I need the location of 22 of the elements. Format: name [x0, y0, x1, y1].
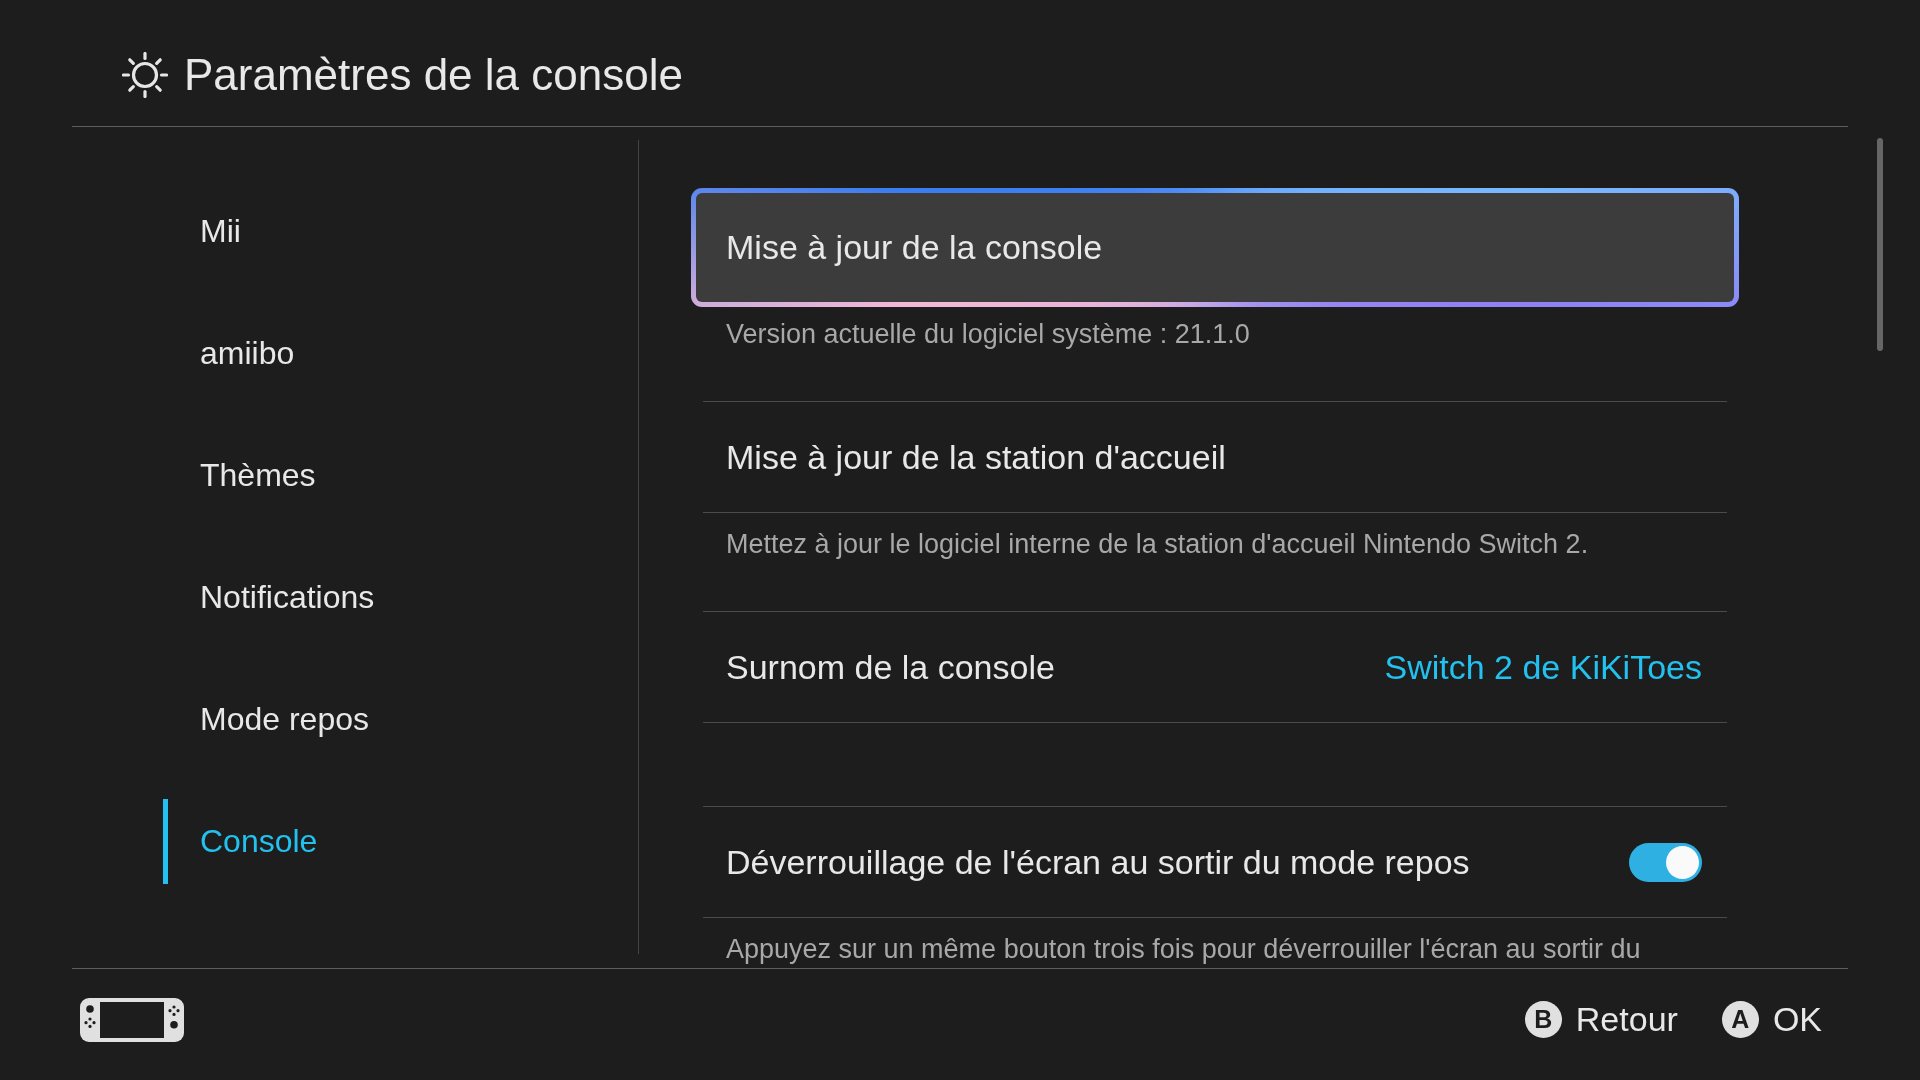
sidebar-item[interactable]: Mode repos	[163, 677, 381, 762]
setting-value: Switch 2 de KiKiToes	[1384, 647, 1702, 687]
page-title: Paramètres de la console	[184, 49, 683, 101]
key-glyph: A	[1721, 1001, 1759, 1038]
setting-description: Version actuelle du logiciel système : 21.1.0	[726, 318, 1251, 350]
sidebar-item[interactable]: Console	[163, 799, 330, 884]
key-glyph: B	[1524, 1001, 1562, 1038]
handheld-console-icon	[80, 997, 184, 1042]
hint-button[interactable]: A OK	[1721, 1000, 1822, 1039]
hint-button[interactable]: B Retour	[1524, 1000, 1678, 1039]
sidebar-item[interactable]: amiibo	[163, 311, 307, 396]
scrollbar-thumb[interactable]	[1877, 138, 1883, 351]
setting-description: Appuyez sur un même bouton trois fois pour déverrouiller l'écran au sortir du	[726, 933, 1642, 965]
toggle-switch[interactable]	[1629, 842, 1702, 882]
sidebar-item[interactable]: Mii	[163, 189, 253, 274]
sidebar-item[interactable]: Thèmes	[163, 433, 328, 518]
settings-item[interactable]: Déverrouillage de l'écran au sortir du mode repos	[703, 806, 1727, 918]
setting-description: Mettez à jour le logiciel interne de la station d'accueil Nintendo Switch 2.	[726, 528, 1590, 560]
sidebar-item[interactable]: Notifications	[163, 555, 387, 640]
settings-icon	[122, 52, 168, 98]
settings-item[interactable]: Mise à jour de la station d'accueil	[703, 401, 1727, 513]
settings-item[interactable]: Surnom de la console Switch 2 de KiKiToes	[703, 611, 1727, 723]
